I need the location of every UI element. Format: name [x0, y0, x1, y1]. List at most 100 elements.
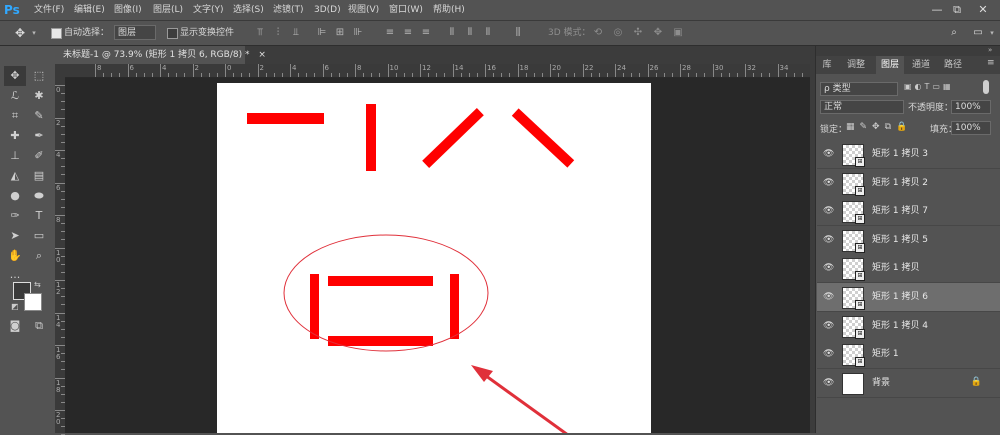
layer-name[interactable]: 矩形 1 [872, 340, 899, 368]
distribute-bottom-icon[interactable]: ≡ [420, 27, 432, 39]
align-right-icon[interactable]: ⊪ [352, 27, 364, 39]
document-tab[interactable]: 未标题-1 @ 73.9% (矩形 1 拷贝 6, RGB/8) * × [55, 46, 266, 64]
minimize-button[interactable]: — [928, 2, 946, 18]
crop-tool-icon[interactable]: ⌗ [4, 106, 26, 126]
distribute-hcenter-icon[interactable]: ⦀ [464, 27, 476, 39]
collapse-panel-icon[interactable]: » [988, 46, 992, 54]
restore-button[interactable]: ⧉ [948, 2, 966, 18]
menu-image[interactable]: 图像(I) [114, 0, 142, 20]
layer-row[interactable]: 👁 ⊞ 矩形 1 拷贝 [817, 254, 1000, 284]
history-brush-icon[interactable]: ✐ [28, 146, 50, 166]
blur-tool-icon[interactable]: ● [4, 186, 26, 206]
swap-colors-icon[interactable]: ⇆ [34, 280, 41, 289]
visibility-eye-icon[interactable]: 👁 [823, 178, 834, 188]
visibility-eye-icon[interactable]: 👁 [823, 321, 834, 331]
workspace-chevron-icon[interactable]: ▾ [986, 27, 998, 39]
zoom-tool-icon[interactable]: ⌕ [28, 246, 50, 266]
menu-type[interactable]: 文字(Y) [193, 0, 224, 20]
layer-name[interactable]: 背景 [872, 369, 890, 397]
distribute-vcenter-icon[interactable]: ≡ [402, 27, 414, 39]
align-bottom-icon[interactable]: ⫫ [290, 27, 302, 39]
move-tool-icon[interactable]: ✥ [4, 66, 26, 86]
marquee-tool-icon[interactable]: ⬚ [28, 66, 50, 86]
background-color-swatch[interactable] [24, 293, 42, 311]
move-tool-preset-icon[interactable]: ✥ [14, 27, 26, 39]
layer-row[interactable]: 👁 ⊞ 矩形 1 拷贝 7 [817, 197, 1000, 227]
workspace-icon[interactable]: ▭ [972, 27, 984, 39]
default-colors-icon[interactable]: ◩ [11, 302, 19, 311]
3d-scale-icon[interactable]: ▣ [672, 27, 684, 39]
tab-channels[interactable]: 通道 [906, 56, 936, 74]
visibility-eye-icon[interactable]: 👁 [823, 206, 834, 216]
search-icon[interactable]: ⌕ [948, 27, 960, 39]
menu-layer[interactable]: 图层(L) [153, 0, 183, 20]
menu-edit[interactable]: 编辑(E) [74, 0, 105, 20]
close-window-button[interactable]: ✕ [974, 2, 992, 18]
3d-drag-icon[interactable]: ✣ [632, 27, 644, 39]
menu-help[interactable]: 帮助(H) [433, 0, 465, 20]
menu-select[interactable]: 选择(S) [233, 0, 264, 20]
layer-filter-dropdown[interactable]: ρ 类型 [820, 82, 898, 96]
filter-toggle-icon[interactable] [983, 80, 989, 94]
layer-row[interactable]: 👁 ⊞ 矩形 1 [817, 340, 1000, 370]
menu-file[interactable]: 文件(F) [34, 0, 64, 20]
rectangle-tool-icon[interactable]: ▭ [28, 226, 50, 246]
visibility-eye-icon[interactable]: 👁 [823, 292, 834, 302]
visibility-eye-icon[interactable]: 👁 [823, 263, 834, 273]
ruler-vertical[interactable]: 0 2 4 6 8 1 0 1 2 1 4 1 6 1 8 2 0 [55, 77, 65, 435]
filter-icons[interactable]: ▣◐T▭▦ [904, 82, 954, 91]
3d-rotate-icon[interactable]: ⟲ [592, 27, 604, 39]
auto-select-checkbox[interactable] [51, 28, 62, 39]
layer-name[interactable]: 矩形 1 拷贝 7 [872, 197, 928, 225]
layer-name[interactable]: 矩形 1 拷贝 5 [872, 226, 928, 254]
align-top-icon[interactable]: ⫪ [254, 27, 266, 39]
layer-name[interactable]: 矩形 1 拷贝 3 [872, 140, 928, 168]
panel-menu-icon[interactable]: ≡ [987, 58, 995, 68]
hand-tool-icon[interactable]: ✋ [4, 246, 26, 266]
brush-tool-icon[interactable]: ✒ [28, 126, 50, 146]
quick-mask-icon[interactable]: ◙ [4, 316, 26, 336]
menu-3d[interactable]: 3D(D) [314, 0, 341, 20]
layer-name[interactable]: 矩形 1 拷贝 [872, 254, 919, 282]
align-hcenter-icon[interactable]: ⊞ [334, 27, 346, 39]
menu-window[interactable]: 窗口(W) [389, 0, 423, 20]
layer-row[interactable]: 👁 背景 🔒 [817, 368, 1000, 398]
ruler-corner[interactable] [55, 64, 65, 77]
tab-paths[interactable]: 路径 [938, 56, 968, 74]
fill-input[interactable]: 100% [951, 121, 991, 135]
layer-name[interactable]: 矩形 1 拷贝 2 [872, 169, 928, 197]
layer-name[interactable]: 矩形 1 拷贝 6 [872, 283, 928, 311]
healing-brush-icon[interactable]: ✚ [4, 126, 26, 146]
layer-row[interactable]: 👁 ⊞ 矩形 1 拷贝 6 [817, 283, 1000, 312]
tab-library[interactable]: 库 [816, 56, 838, 74]
layer-row[interactable]: 👁 ⊞ 矩形 1 拷贝 5 [817, 225, 1000, 255]
distribute-top-icon[interactable]: ≡ [384, 27, 396, 39]
blend-mode-dropdown[interactable]: 正常 [820, 100, 904, 114]
ruler-horizontal[interactable]: 8 6 4 2 0 2 4 6 8 10 12 14 16 18 20 22 24 26 28 30 32 34 [65, 64, 810, 78]
layer-row[interactable]: 👁 ⊞ 矩形 1 拷贝 2 [817, 168, 1000, 198]
layer-row[interactable]: 👁 ⊞ 矩形 1 拷贝 3 [817, 140, 1000, 169]
layer-row[interactable]: 👁 ⊞ 矩形 1 拷贝 4 [817, 311, 1000, 341]
eyedropper-tool-icon[interactable]: ✎ [28, 106, 50, 126]
screen-mode-icon[interactable]: ⧉ [28, 316, 50, 336]
close-tab-icon[interactable]: × [258, 50, 266, 60]
opacity-input[interactable]: 100% [951, 100, 991, 114]
path-selection-icon[interactable]: ➤ [4, 226, 26, 246]
show-transform-checkbox[interactable] [167, 28, 178, 39]
eraser-tool-icon[interactable]: ◭ [4, 166, 26, 186]
3d-roll-icon[interactable]: ◎ [612, 27, 624, 39]
layer-name[interactable]: 矩形 1 拷贝 4 [872, 312, 928, 340]
panel-header[interactable] [816, 46, 1000, 56]
menu-filter[interactable]: 滤镜(T) [273, 0, 304, 20]
chevron-down-icon[interactable]: ▾ [28, 27, 40, 39]
gradient-tool-icon[interactable]: ▤ [28, 166, 50, 186]
visibility-eye-icon[interactable]: 👁 [823, 235, 834, 245]
lock-icons[interactable]: ▦✎✥⧉🔒 [846, 122, 912, 132]
clone-stamp-icon[interactable]: ⊥ [4, 146, 26, 166]
tab-adjustments[interactable]: 调整 [840, 56, 872, 74]
dodge-tool-icon[interactable]: ⬬ [28, 186, 50, 206]
magic-wand-tool-icon[interactable]: ✱ [28, 86, 50, 106]
distribute-right-icon[interactable]: ⦀ [482, 27, 494, 39]
lasso-tool-icon[interactable]: ℒ [4, 86, 26, 106]
align-left-icon[interactable]: ⊫ [316, 27, 328, 39]
